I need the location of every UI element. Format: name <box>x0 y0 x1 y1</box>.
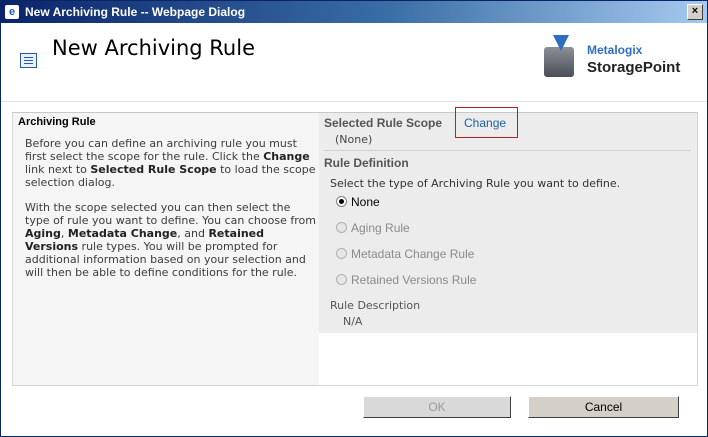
title-bar[interactable]: e New Archiving Rule -- Webpage Dialog × <box>1 1 707 23</box>
logo-arrow-icon <box>553 35 569 51</box>
page-title: New Archiving Rule <box>52 36 255 60</box>
list-page-icon <box>20 53 37 68</box>
help-text: Before you can define an archiving rule … <box>25 137 317 291</box>
rule-definition-heading: Rule Definition <box>324 156 409 170</box>
section-divider <box>324 150 691 151</box>
help-paragraph-1: Before you can define an archiving rule … <box>25 137 316 189</box>
dialog-header: New Archiving Rule Metalogix StoragePoin… <box>1 23 707 97</box>
radio-metadata-change-rule[interactable] <box>336 248 347 259</box>
help-paragraph-2: With the scope selected you can then sel… <box>25 201 316 279</box>
radio-metadata-change-rule-label[interactable]: Metadata Change Rule <box>351 247 474 261</box>
browser-icon: e <box>5 5 19 19</box>
radio-aging-rule-label[interactable]: Aging Rule <box>351 221 410 235</box>
radio-aging-rule[interactable] <box>336 222 347 233</box>
change-scope-link[interactable]: Change <box>464 116 506 130</box>
rule-description-label: Rule Description <box>330 299 421 312</box>
ok-button[interactable]: OK <box>363 396 511 418</box>
cancel-button[interactable]: Cancel <box>528 396 679 418</box>
radio-retained-versions-rule-label[interactable]: Retained Versions Rule <box>351 273 476 287</box>
logo-brand: Metalogix <box>587 43 643 57</box>
help-heading: Archiving Rule <box>18 116 96 128</box>
rule-form-pane: Selected Rule Scope Change (None) Rule D… <box>319 107 697 333</box>
rule-type-prompt: Select the type of Archiving Rule you wa… <box>330 177 621 190</box>
scope-value: (None) <box>335 133 373 146</box>
dialog-window: e New Archiving Rule -- Webpage Dialog ×… <box>0 0 708 437</box>
radio-none[interactable] <box>336 196 347 207</box>
metalogix-logo: Metalogix StoragePoint <box>539 35 699 87</box>
header-divider <box>1 101 707 102</box>
rule-panel: Archiving Rule Before you can define an … <box>12 107 698 386</box>
logo-box-icon <box>544 47 574 77</box>
radio-none-label[interactable]: None <box>351 195 380 209</box>
selected-rule-scope-heading: Selected Rule Scope <box>324 116 443 130</box>
change-link-highlight: Change <box>455 107 518 138</box>
close-icon[interactable]: × <box>687 4 703 20</box>
logo-product: StoragePoint <box>587 59 681 76</box>
window-title: New Archiving Rule -- Webpage Dialog <box>25 5 246 19</box>
help-pane: Archiving Rule Before you can define an … <box>13 113 319 385</box>
rule-description-value: N/A <box>343 315 363 328</box>
radio-retained-versions-rule[interactable] <box>336 274 347 285</box>
